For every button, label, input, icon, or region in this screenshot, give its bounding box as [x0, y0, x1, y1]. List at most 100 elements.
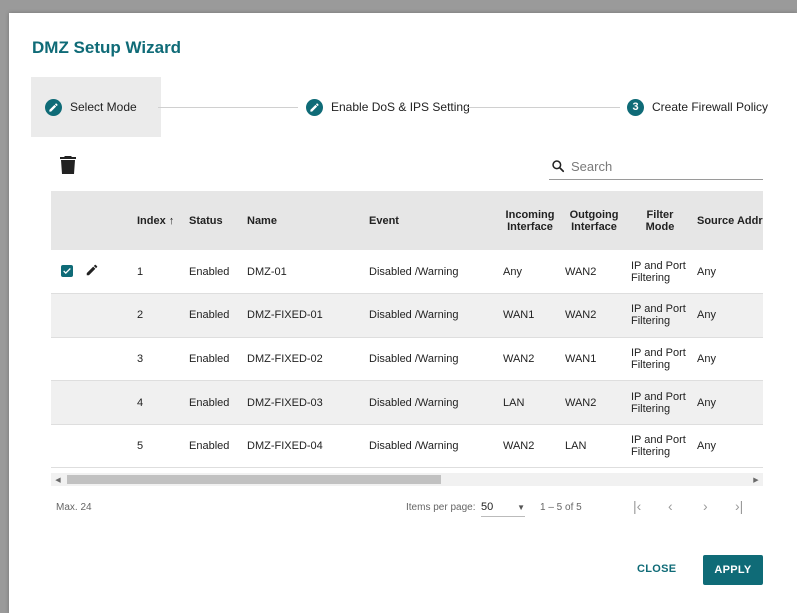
apply-button[interactable]: APPLY	[703, 555, 763, 585]
cell-index: 4	[137, 396, 144, 409]
items-per-page-label: Items per page:	[406, 502, 476, 513]
step-number-badge: 3	[627, 98, 644, 116]
cell-incoming: Any	[503, 265, 522, 278]
table-row[interactable]: 1 Enabled DMZ-01 Disabled /Warning Any W…	[51, 250, 763, 294]
cell-event: Disabled /Warning	[369, 309, 459, 322]
cell-source: Any	[697, 440, 716, 453]
header-name[interactable]: Name	[239, 191, 365, 250]
cell-name: DMZ-01	[247, 265, 287, 278]
scrollbar-thumb[interactable]	[67, 475, 441, 484]
dialog-title: DMZ Setup Wizard	[32, 38, 182, 57]
cell-status: Enabled	[189, 440, 230, 453]
next-page-icon[interactable]: ›	[703, 498, 708, 514]
cell-status: Enabled	[189, 396, 230, 409]
cell-status: Enabled	[189, 309, 230, 322]
row-checkbox-empty[interactable]	[51, 294, 81, 338]
header-checkbox-cell	[51, 191, 81, 250]
header-outgoing-interface[interactable]: Outgoing Interface	[561, 191, 627, 250]
wizard-stepper: Select Mode Enable DoS & IPS Setting 3 C…	[9, 77, 797, 137]
step-done-edit-icon	[306, 98, 323, 116]
table-row[interactable]: 4 Enabled DMZ-FIXED-03 Disabled /Warning…	[51, 380, 763, 425]
row-checkbox-empty[interactable]	[51, 424, 81, 468]
row-checkbox-empty[interactable]	[51, 381, 81, 425]
scroll-right-icon[interactable]: ▶	[749, 473, 763, 486]
cell-status: Enabled	[189, 265, 230, 278]
cell-name: DMZ-FIXED-02	[247, 352, 323, 365]
dmz-setup-dialog: DMZ Setup Wizard Select Mode Enable DoS …	[9, 13, 797, 613]
cell-filter-mode: IP and Port Filtering	[631, 259, 686, 284]
items-per-page-select[interactable]: 50 ▼	[481, 498, 525, 517]
step-label: Enable DoS & IPS Setting	[331, 100, 470, 114]
table-row[interactable]: 2 Enabled DMZ-FIXED-01 Disabled /Warning…	[51, 293, 763, 338]
policy-table-container: Index ↑ Status Name Event Incoming Interf…	[51, 191, 763, 473]
step-enable-dos-ips[interactable]: Enable DoS & IPS Setting	[306, 77, 470, 137]
header-status[interactable]: Status	[185, 191, 239, 250]
cell-event: Disabled /Warning	[369, 440, 459, 453]
cell-index: 1	[137, 265, 144, 278]
policy-table: Index ↑ Status Name Event Incoming Interf…	[51, 191, 763, 468]
delete-icon[interactable]	[60, 156, 76, 174]
cell-filter-mode: IP and Port Filtering	[631, 346, 686, 371]
cell-outgoing: WAN2	[565, 396, 597, 409]
previous-page-icon[interactable]: ‹	[668, 498, 673, 514]
cell-outgoing: WAN2	[565, 265, 597, 278]
table-row[interactable]: 5 Enabled DMZ-FIXED-04 Disabled /Warning…	[51, 424, 763, 468]
step-label: Create Firewall Policy	[652, 100, 769, 114]
dropdown-caret-icon: ▼	[517, 502, 525, 512]
stepper-connector	[467, 107, 620, 108]
cell-incoming: LAN	[503, 396, 525, 409]
header-event[interactable]: Event	[365, 191, 499, 250]
row-edit-empty	[81, 337, 133, 381]
step-select-mode[interactable]: Select Mode	[31, 77, 161, 137]
step-label: Select Mode	[70, 100, 137, 114]
edit-icon[interactable]	[81, 250, 133, 294]
row-checkbox-empty[interactable]	[51, 337, 81, 381]
scroll-left-icon[interactable]: ◀	[51, 473, 65, 486]
cell-name: DMZ-FIXED-01	[247, 309, 323, 322]
cell-source: Any	[697, 352, 716, 365]
close-button[interactable]: CLOSE	[637, 563, 676, 575]
cell-outgoing: WAN1	[565, 352, 597, 365]
cell-filter-mode: IP and Port Filtering	[631, 303, 686, 328]
cell-source: Any	[697, 396, 716, 409]
step-create-firewall-policy[interactable]: 3 Create Firewall Policy	[627, 77, 768, 137]
cell-index: 5	[137, 440, 144, 453]
cell-name: DMZ-FIXED-04	[247, 440, 323, 453]
pagination-range: 1 – 5 of 5	[540, 502, 582, 513]
row-edit-empty	[81, 294, 133, 338]
header-incoming-interface[interactable]: Incoming Interface	[499, 191, 561, 250]
cell-name: DMZ-FIXED-03	[247, 396, 323, 409]
cell-status: Enabled	[189, 352, 230, 365]
cell-event: Disabled /Warning	[369, 352, 459, 365]
header-source-address[interactable]: Source Address	[693, 191, 763, 250]
last-page-icon[interactable]: ›|	[735, 498, 743, 514]
cell-source: Any	[697, 309, 716, 322]
table-header-row: Index ↑ Status Name Event Incoming Interf…	[51, 191, 763, 250]
cell-filter-mode: IP and Port Filtering	[631, 434, 686, 459]
cell-filter-mode: IP and Port Filtering	[631, 390, 686, 415]
first-page-icon[interactable]: |‹	[633, 498, 641, 514]
search-icon	[552, 160, 565, 173]
header-index[interactable]: Index ↑	[133, 191, 185, 250]
cell-source: Any	[697, 265, 716, 278]
table-row[interactable]: 3 Enabled DMZ-FIXED-02 Disabled /Warning…	[51, 337, 763, 381]
row-edit-empty	[81, 381, 133, 425]
search-input[interactable]	[569, 157, 753, 175]
cell-incoming: WAN2	[503, 352, 535, 365]
row-edit-empty	[81, 424, 133, 468]
header-filter-mode[interactable]: Filter Mode	[627, 191, 693, 250]
cell-incoming: WAN1	[503, 309, 535, 322]
cell-incoming: WAN2	[503, 440, 535, 453]
step-done-edit-icon	[45, 98, 62, 116]
checkbox-checked-icon[interactable]	[61, 264, 73, 277]
sort-asc-icon: ↑	[168, 214, 175, 227]
max-entries-text: Max. 24	[56, 502, 92, 513]
header-edit-cell	[81, 191, 133, 250]
cell-event: Disabled /Warning	[369, 265, 459, 278]
horizontal-scrollbar[interactable]: ◀ ▶	[51, 473, 763, 486]
cell-event: Disabled /Warning	[369, 396, 459, 409]
cell-index: 3	[137, 352, 144, 365]
cell-outgoing: LAN	[565, 440, 587, 453]
search-field[interactable]	[549, 153, 763, 180]
row-checkbox[interactable]	[51, 250, 81, 294]
